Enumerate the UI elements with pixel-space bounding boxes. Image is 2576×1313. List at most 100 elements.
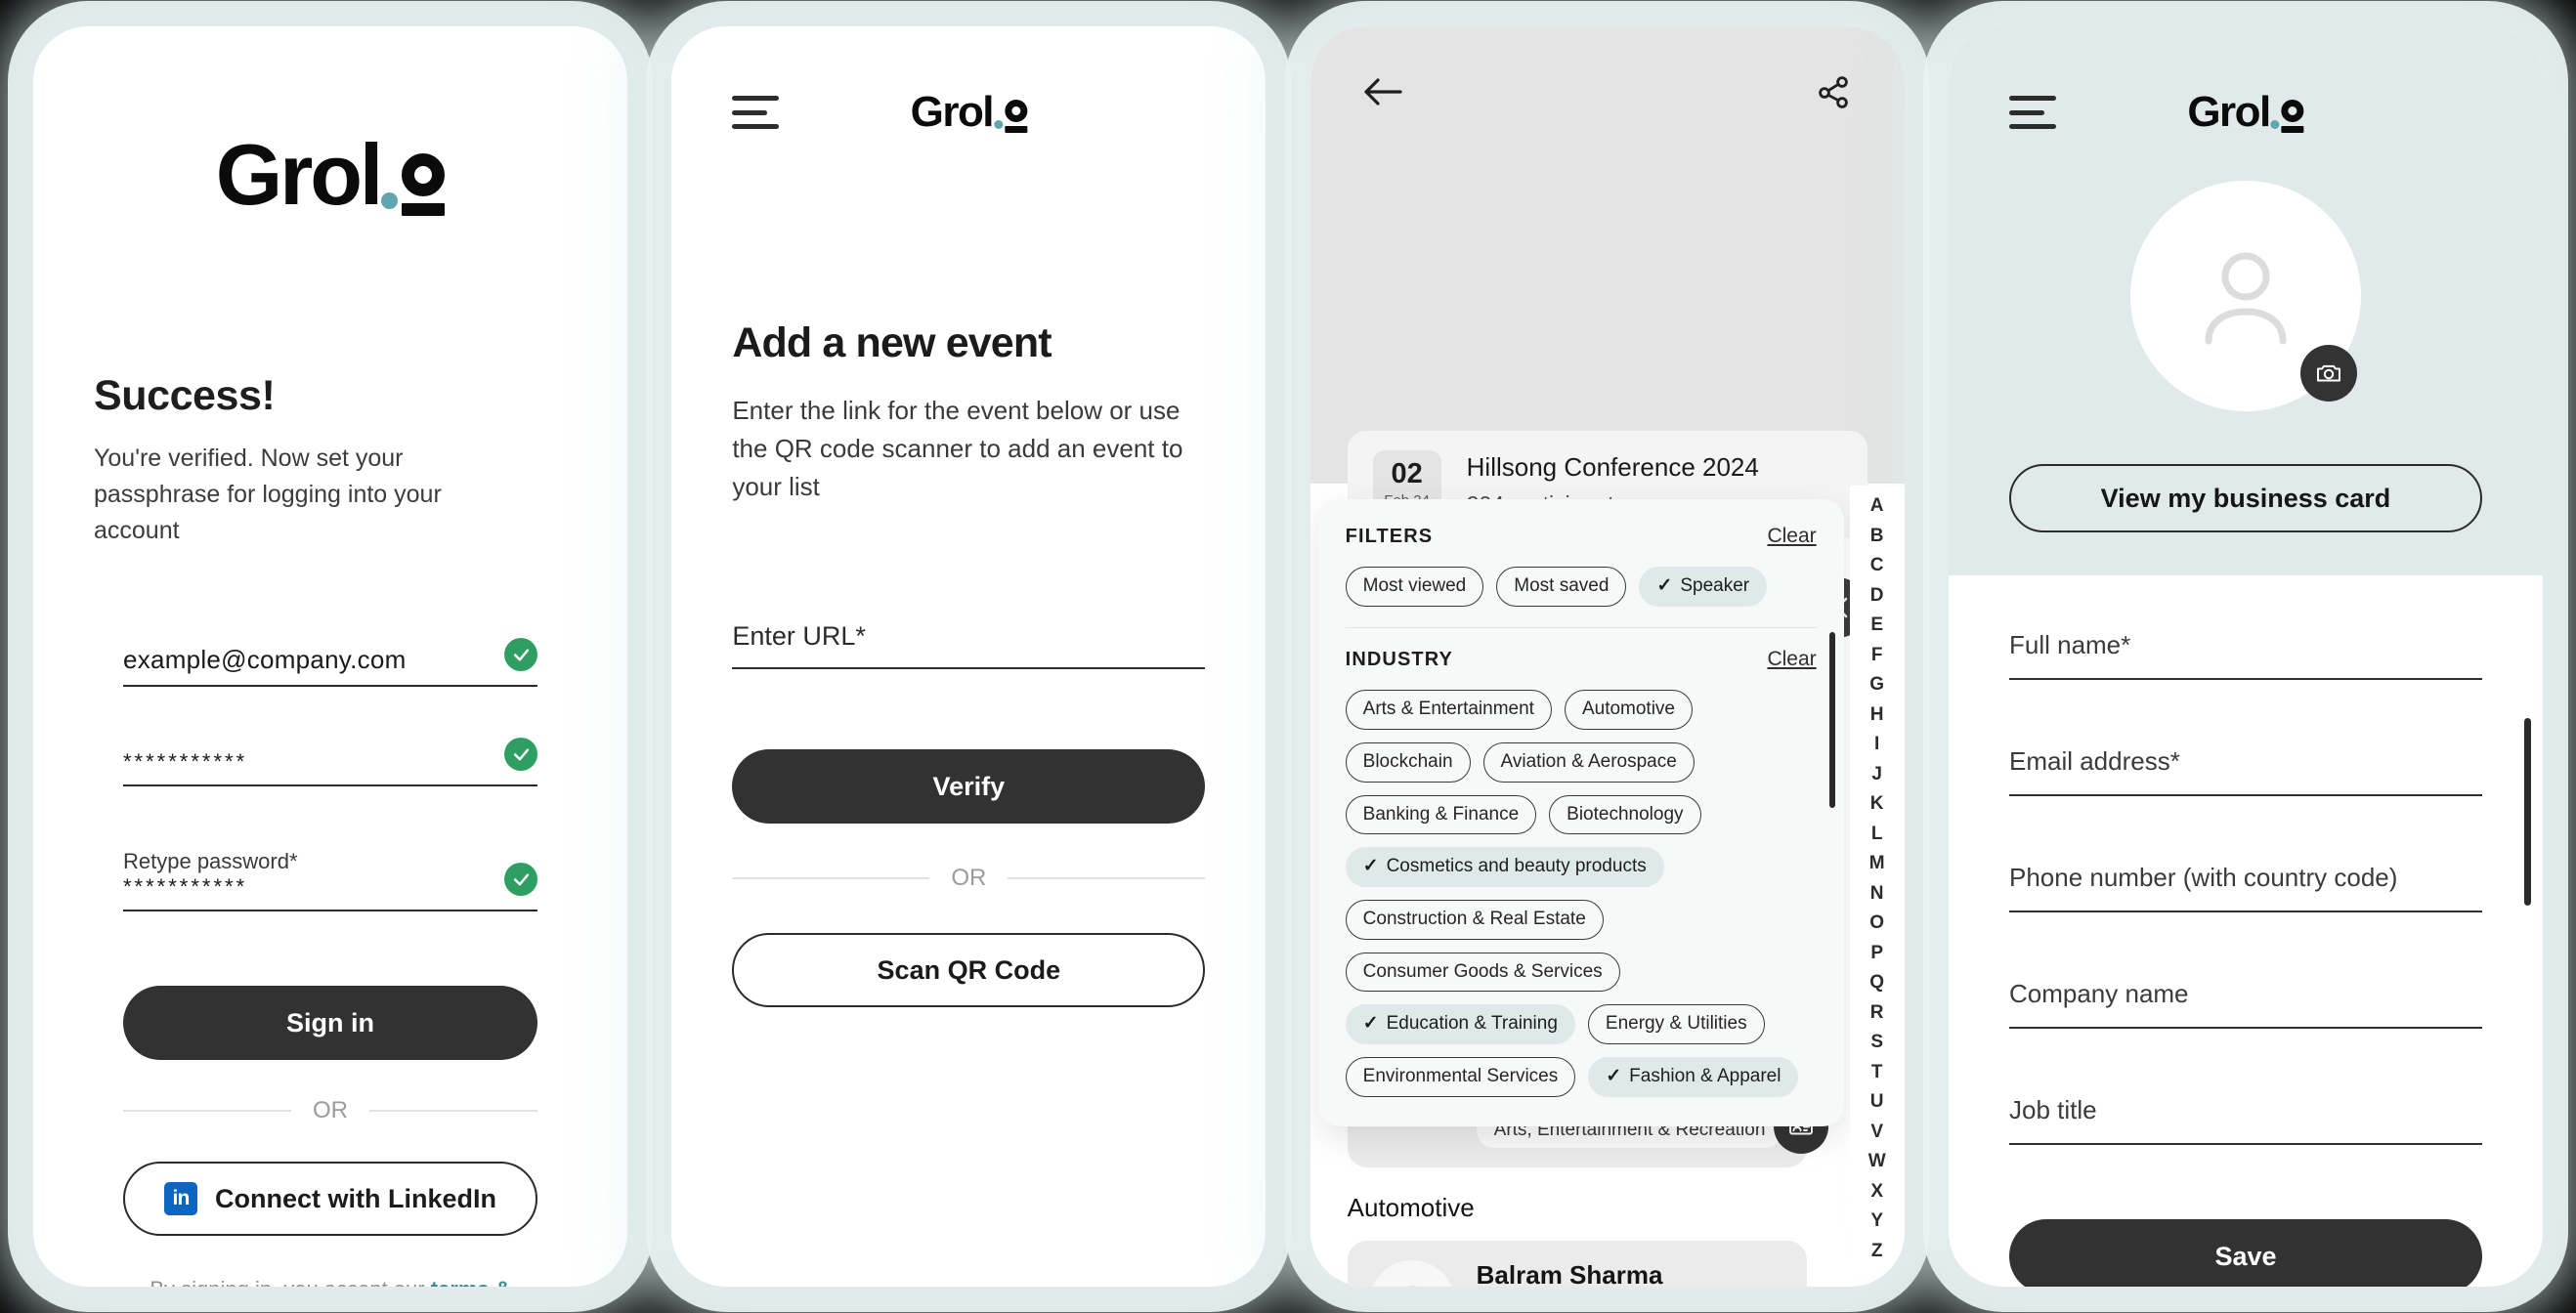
back-arrow-icon[interactable] xyxy=(1363,75,1404,108)
alphabet-index-letter[interactable]: F xyxy=(1871,641,1883,671)
industry-chip[interactable]: Arts & Entertainment xyxy=(1345,690,1552,730)
divider-line-left xyxy=(732,877,930,879)
alphabet-index-letter[interactable]: D xyxy=(1870,581,1884,612)
industry-chip[interactable]: Cosmetics and beauty products xyxy=(1345,847,1664,887)
alphabet-index-letter[interactable]: S xyxy=(1870,1028,1883,1058)
phone-number-field[interactable]: Phone number (with country code) xyxy=(2008,863,2482,912)
add-event-form: Enter URL* xyxy=(732,621,1206,669)
alphabet-index-letter[interactable]: R xyxy=(1870,998,1884,1029)
alphabet-index-letter[interactable]: U xyxy=(1870,1087,1884,1118)
save-button[interactable]: Save xyxy=(2008,1219,2482,1287)
industry-chip[interactable]: Biotechnology xyxy=(1549,794,1701,835)
filters-chip-group: Most viewed Most saved Speaker xyxy=(1345,567,1817,607)
full-name-label: Full name* xyxy=(2008,630,2131,659)
screen-signup-success: Grol Success! You're verified. Now set y… xyxy=(33,26,627,1287)
job-title-field[interactable]: Job title xyxy=(2008,1095,2482,1145)
page-heading-block: Add a new event Enter the link for the e… xyxy=(732,319,1205,506)
brand-logo: Grol xyxy=(911,91,1027,134)
alphabet-index-letter[interactable]: I xyxy=(1874,730,1879,760)
alphabet-index-letter[interactable]: X xyxy=(1870,1177,1883,1207)
sign-in-button[interactable]: Sign in xyxy=(123,986,537,1060)
alphabet-index-letter[interactable]: C xyxy=(1870,551,1884,581)
alphabet-index-letter[interactable]: Q xyxy=(1869,968,1884,998)
terms-prefix: By signing in, you accept our xyxy=(150,1277,430,1287)
filter-chip[interactable]: Most saved xyxy=(1496,567,1627,607)
scan-qr-code-button[interactable]: Scan QR Code xyxy=(732,933,1206,1007)
hero-toolbar xyxy=(1310,26,1905,110)
logo-o-icon xyxy=(402,153,446,216)
industry-clear-link[interactable]: Clear xyxy=(1767,648,1816,671)
participant-row[interactable]: Balram Sharma Chief of Staff | TechTalk xyxy=(1347,1241,1807,1287)
menu-hamburger-icon[interactable] xyxy=(2008,96,2056,129)
industry-chip[interactable]: Consumer Goods & Services xyxy=(1345,952,1620,993)
industry-chip[interactable]: Blockchain xyxy=(1345,741,1471,783)
alphabet-index-letter[interactable]: K xyxy=(1870,789,1884,820)
alphabet-index-letter[interactable]: T xyxy=(1871,1058,1883,1088)
filter-chip[interactable]: Most viewed xyxy=(1345,567,1484,607)
or-label: OR xyxy=(951,865,987,891)
screen-edit-profile: Grol View my business card Full name* Em… xyxy=(1948,26,2543,1287)
share-icon[interactable] xyxy=(1815,73,1852,110)
alphabet-index-letter[interactable]: E xyxy=(1870,611,1883,641)
filters-section-title: FILTERS xyxy=(1345,525,1434,547)
alphabet-index-letter[interactable]: B xyxy=(1870,522,1884,552)
industry-chip[interactable]: Banking & Finance xyxy=(1345,794,1537,835)
alphabet-index-letter[interactable]: V xyxy=(1870,1118,1883,1148)
menu-hamburger-icon[interactable] xyxy=(732,96,780,129)
industry-chip[interactable]: Construction & Real Estate xyxy=(1345,899,1604,940)
alphabet-index-letter[interactable]: P xyxy=(1870,939,1883,969)
app-header: Grol xyxy=(732,87,1205,138)
alphabet-index-letter[interactable]: J xyxy=(1871,760,1882,790)
alphabet-index-letter[interactable]: M xyxy=(1869,849,1885,879)
email-address-field[interactable]: Email address* xyxy=(2008,746,2482,796)
add-event-actions: Verify OR Scan QR Code xyxy=(732,749,1206,1007)
logo-dot-icon xyxy=(993,120,1003,129)
page-scrollbar[interactable] xyxy=(2523,718,2531,906)
filters-scrollbar[interactable] xyxy=(1828,632,1835,808)
filter-chip[interactable]: Speaker xyxy=(1639,567,1768,607)
email-verified-check-icon xyxy=(504,638,537,671)
industry-chip[interactable]: Automotive xyxy=(1564,690,1693,730)
alphabet-index-letter[interactable]: L xyxy=(1871,820,1883,850)
avatar xyxy=(2129,181,2361,411)
event-title: Hillsong Conference 2024 xyxy=(1466,451,1759,482)
field-underline xyxy=(2008,911,2482,912)
alphabet-index-letter[interactable]: Z xyxy=(1871,1237,1883,1267)
view-business-card-button[interactable]: View my business card xyxy=(2008,464,2482,532)
industry-chip[interactable]: Education & Training xyxy=(1345,1004,1575,1044)
alphabet-index-letter[interactable]: O xyxy=(1869,909,1884,939)
industry-chip[interactable]: Aviation & Aerospace xyxy=(1482,741,1695,783)
alphabet-index-letter[interactable]: Y xyxy=(1870,1207,1883,1237)
email-field[interactable]: example@company.com xyxy=(123,638,537,687)
event-url-field[interactable]: Enter URL* xyxy=(732,621,1206,669)
industry-chip[interactable]: Energy & Utilities xyxy=(1587,1004,1765,1044)
full-name-field[interactable]: Full name* xyxy=(2008,630,2482,680)
filters-section-header: FILTERS Clear xyxy=(1346,525,1817,548)
logo-dot-icon xyxy=(2270,120,2280,129)
filters-clear-link[interactable]: Clear xyxy=(1767,525,1816,548)
device-frame-participants: 02 Feb 24 Hillsong Conference 2024 204 p… xyxy=(1309,26,1905,1287)
connect-linkedin-button[interactable]: in Connect with LinkedIn xyxy=(123,1162,537,1236)
field-underline xyxy=(123,910,537,911)
retype-password-field[interactable]: Retype password* *********** xyxy=(123,849,537,911)
company-name-field[interactable]: Company name xyxy=(2008,979,2482,1029)
industry-chip[interactable]: Fashion & Apparel xyxy=(1588,1057,1799,1097)
divider-line-right xyxy=(369,1110,537,1112)
alphabet-index[interactable]: ABCDEFGHIJKLMNOPQRSTUVWXYZ xyxy=(1849,486,1905,1276)
alphabet-index-letter[interactable]: W xyxy=(1868,1147,1886,1177)
logo-o-icon xyxy=(2281,100,2304,133)
alphabet-index-letter[interactable]: H xyxy=(1870,700,1884,731)
password-field[interactable]: *********** xyxy=(123,738,537,786)
camera-icon[interactable] xyxy=(2299,345,2357,402)
verify-button[interactable]: Verify xyxy=(732,749,1206,824)
alphabet-index-letter[interactable]: N xyxy=(1870,879,1884,910)
industry-section-title: INDUSTRY xyxy=(1345,648,1453,670)
industry-chip[interactable]: Environmental Services xyxy=(1345,1057,1576,1097)
retype-password-label: Retype password* xyxy=(123,849,298,873)
signup-form: example@company.com *********** Retype p… xyxy=(94,638,567,911)
linkedin-icon: in xyxy=(164,1182,197,1215)
participant-name: Balram Sharma xyxy=(1476,1260,1663,1287)
page-subtitle: Enter the link for the event below or us… xyxy=(732,396,1183,501)
alphabet-index-letter[interactable]: A xyxy=(1870,491,1884,522)
alphabet-index-letter[interactable]: G xyxy=(1869,670,1884,700)
